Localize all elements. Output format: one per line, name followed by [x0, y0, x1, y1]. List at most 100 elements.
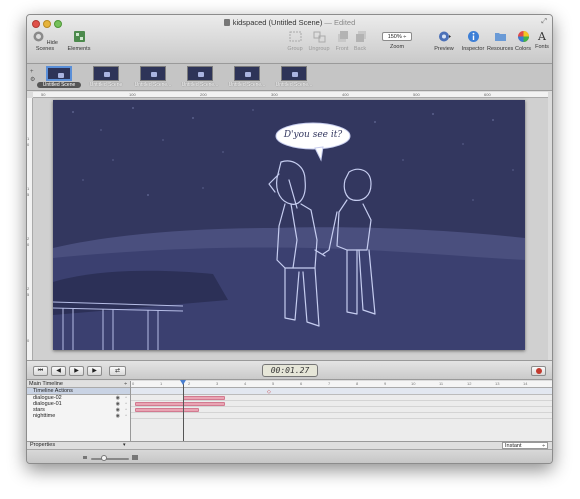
front-button[interactable]: Front [333, 30, 351, 52]
scene-stage[interactable]: D'you see it? [53, 100, 525, 350]
ungroup-button[interactable]: Ungroup [307, 30, 331, 52]
group-icon [289, 31, 301, 42]
ruler-tick: 0 [27, 242, 30, 247]
group-button[interactable]: Group [285, 30, 305, 52]
scene-thumbnail[interactable]: Untitled Scene... [178, 66, 222, 88]
scene-thumbnail[interactable]: Untitled Scene [37, 66, 81, 88]
visibility-eye-icon[interactable]: ◉ [116, 413, 120, 419]
timeline-layers-panel: Main Timeline ÷ Timeline Actions dialogu… [27, 381, 131, 441]
ruler-tick: 2 [27, 286, 30, 291]
scene-preview [140, 66, 166, 81]
timeline-zoom-slider-knob[interactable] [101, 455, 107, 461]
back-label: Back [353, 46, 367, 52]
scene-thumbnail[interactable]: Untitled Scene... [272, 66, 316, 88]
stars-layer [72, 107, 514, 201]
ruler-tick: 600 [484, 92, 491, 97]
timeline-selector[interactable]: Main Timeline ÷ [27, 381, 130, 388]
colors-button[interactable]: Colors [514, 30, 532, 52]
send-back-icon [355, 31, 366, 42]
scenes-icon [33, 31, 44, 42]
ruler-tick: 400 [342, 92, 349, 97]
playhead[interactable] [183, 381, 184, 441]
properties-disclosure-icon[interactable]: ▾ [123, 442, 126, 449]
timecode-display[interactable]: 00:01.27 [262, 364, 318, 377]
lock-icon[interactable]: ▫ [125, 413, 127, 419]
colors-label: Colors [515, 46, 531, 52]
canvas-area[interactable]: D'you see it? [33, 98, 548, 360]
record-button[interactable] [531, 366, 546, 376]
ungroup-icon [313, 31, 325, 43]
scene-preview [187, 66, 213, 81]
titlebar: kidspaced (Untitled Scene) — Edited ⤢ Hi… [27, 15, 552, 64]
ungroup-label: Ungroup [308, 46, 330, 52]
time-tick: 0 [132, 381, 135, 386]
resources-folder-icon [494, 33, 506, 41]
inspector-button[interactable]: Inspector [461, 30, 485, 52]
time-tick: 4 [244, 381, 247, 386]
preview-label: Preview [434, 46, 454, 52]
timeline-zoom-slider[interactable] [91, 458, 129, 460]
step-back-button[interactable]: ◀ [51, 366, 66, 376]
fonts-label: Fonts [535, 44, 549, 50]
scene-thumbnail[interactable]: Untitled Scene [84, 66, 128, 88]
ruler-tick: 0 [27, 338, 30, 343]
time-tick: 10 [411, 381, 416, 386]
fonts-button[interactable]: A Fonts [534, 30, 550, 50]
inspector-label: Inspector [461, 46, 485, 52]
scene-label: Untitled Scene... [134, 82, 172, 88]
go-to-start-button[interactable]: ⏮ [33, 366, 48, 376]
time-tick: 13 [495, 381, 500, 386]
ruler-tick: 100 [129, 92, 136, 97]
elements-button[interactable]: Elements [65, 30, 93, 52]
scene-label: Untitled Scene... [228, 82, 266, 88]
scene-thumbnail[interactable]: Untitled Scene... [225, 66, 269, 88]
layer-track[interactable] [131, 413, 552, 419]
step-forward-button[interactable]: ▶ [87, 366, 102, 376]
window-title: kidspaced (Untitled Scene) — Edited [27, 18, 552, 27]
zoom-label: Zoom [389, 44, 405, 50]
resources-button[interactable]: Resources [487, 30, 513, 52]
scene-list: + ⚙ Untitled Scene Untitled Scene Untitle… [27, 64, 552, 91]
loop-button[interactable]: ⇄ [109, 366, 126, 376]
timeline-layer[interactable]: nighttime ◉ ▫ [27, 413, 130, 419]
zoom-out-icon [83, 456, 87, 459]
properties-label: Properties [30, 442, 56, 448]
time-tick: 2 [188, 381, 191, 386]
play-button[interactable]: ▶ [69, 366, 84, 376]
animation-bar[interactable] [135, 402, 225, 406]
group-label: Group [287, 46, 303, 52]
timeline-tracks[interactable]: 0 1 2 3 4 5 6 7 8 9 10 11 12 13 14 ◇ [131, 380, 552, 441]
timeline-actions-row[interactable]: Timeline Actions [27, 388, 130, 395]
hide-scenes-button[interactable]: Hide Scenes [30, 30, 60, 52]
fullscreen-icon[interactable]: ⤢ [541, 18, 547, 26]
time-tick: 8 [356, 381, 359, 386]
edited-status: — Edited [322, 18, 356, 27]
animation-bar[interactable] [183, 396, 225, 400]
elements-icon [73, 31, 85, 42]
time-tick: 14 [523, 381, 528, 386]
preview-button[interactable]: Preview [432, 30, 456, 52]
time-tick: 9 [384, 381, 387, 386]
timeline-name: Main Timeline [29, 381, 63, 387]
preview-icon [438, 31, 451, 42]
easing-select[interactable]: Instant ÷ [502, 442, 548, 449]
ruler-tick: 300 [271, 92, 278, 97]
ruler-tick: 50 [41, 92, 46, 97]
ruler-tick: 5 [27, 292, 30, 297]
timeline-actions-track[interactable] [131, 388, 552, 395]
zoom-select[interactable]: 150% ÷ [382, 32, 412, 41]
bottom-bar [27, 449, 552, 463]
scene-preview [46, 66, 72, 81]
add-scene-button[interactable]: + ⚙ [30, 68, 35, 84]
animation-bar[interactable] [135, 408, 199, 412]
document-icon [223, 19, 230, 26]
timeline-ruler[interactable]: 0 1 2 3 4 5 6 7 8 9 10 11 12 13 14 [131, 381, 552, 388]
speech-bubble-text: D'you see it? [283, 130, 343, 140]
playhead-handle[interactable] [180, 380, 186, 385]
scene-preview [234, 66, 260, 81]
back-button[interactable]: Back [351, 30, 369, 52]
time-tick: 12 [467, 381, 472, 386]
scene-thumbnail[interactable]: Untitled Scene... [131, 66, 175, 88]
ruler-tick: 0 [27, 142, 30, 147]
time-tick: 11 [439, 381, 444, 386]
